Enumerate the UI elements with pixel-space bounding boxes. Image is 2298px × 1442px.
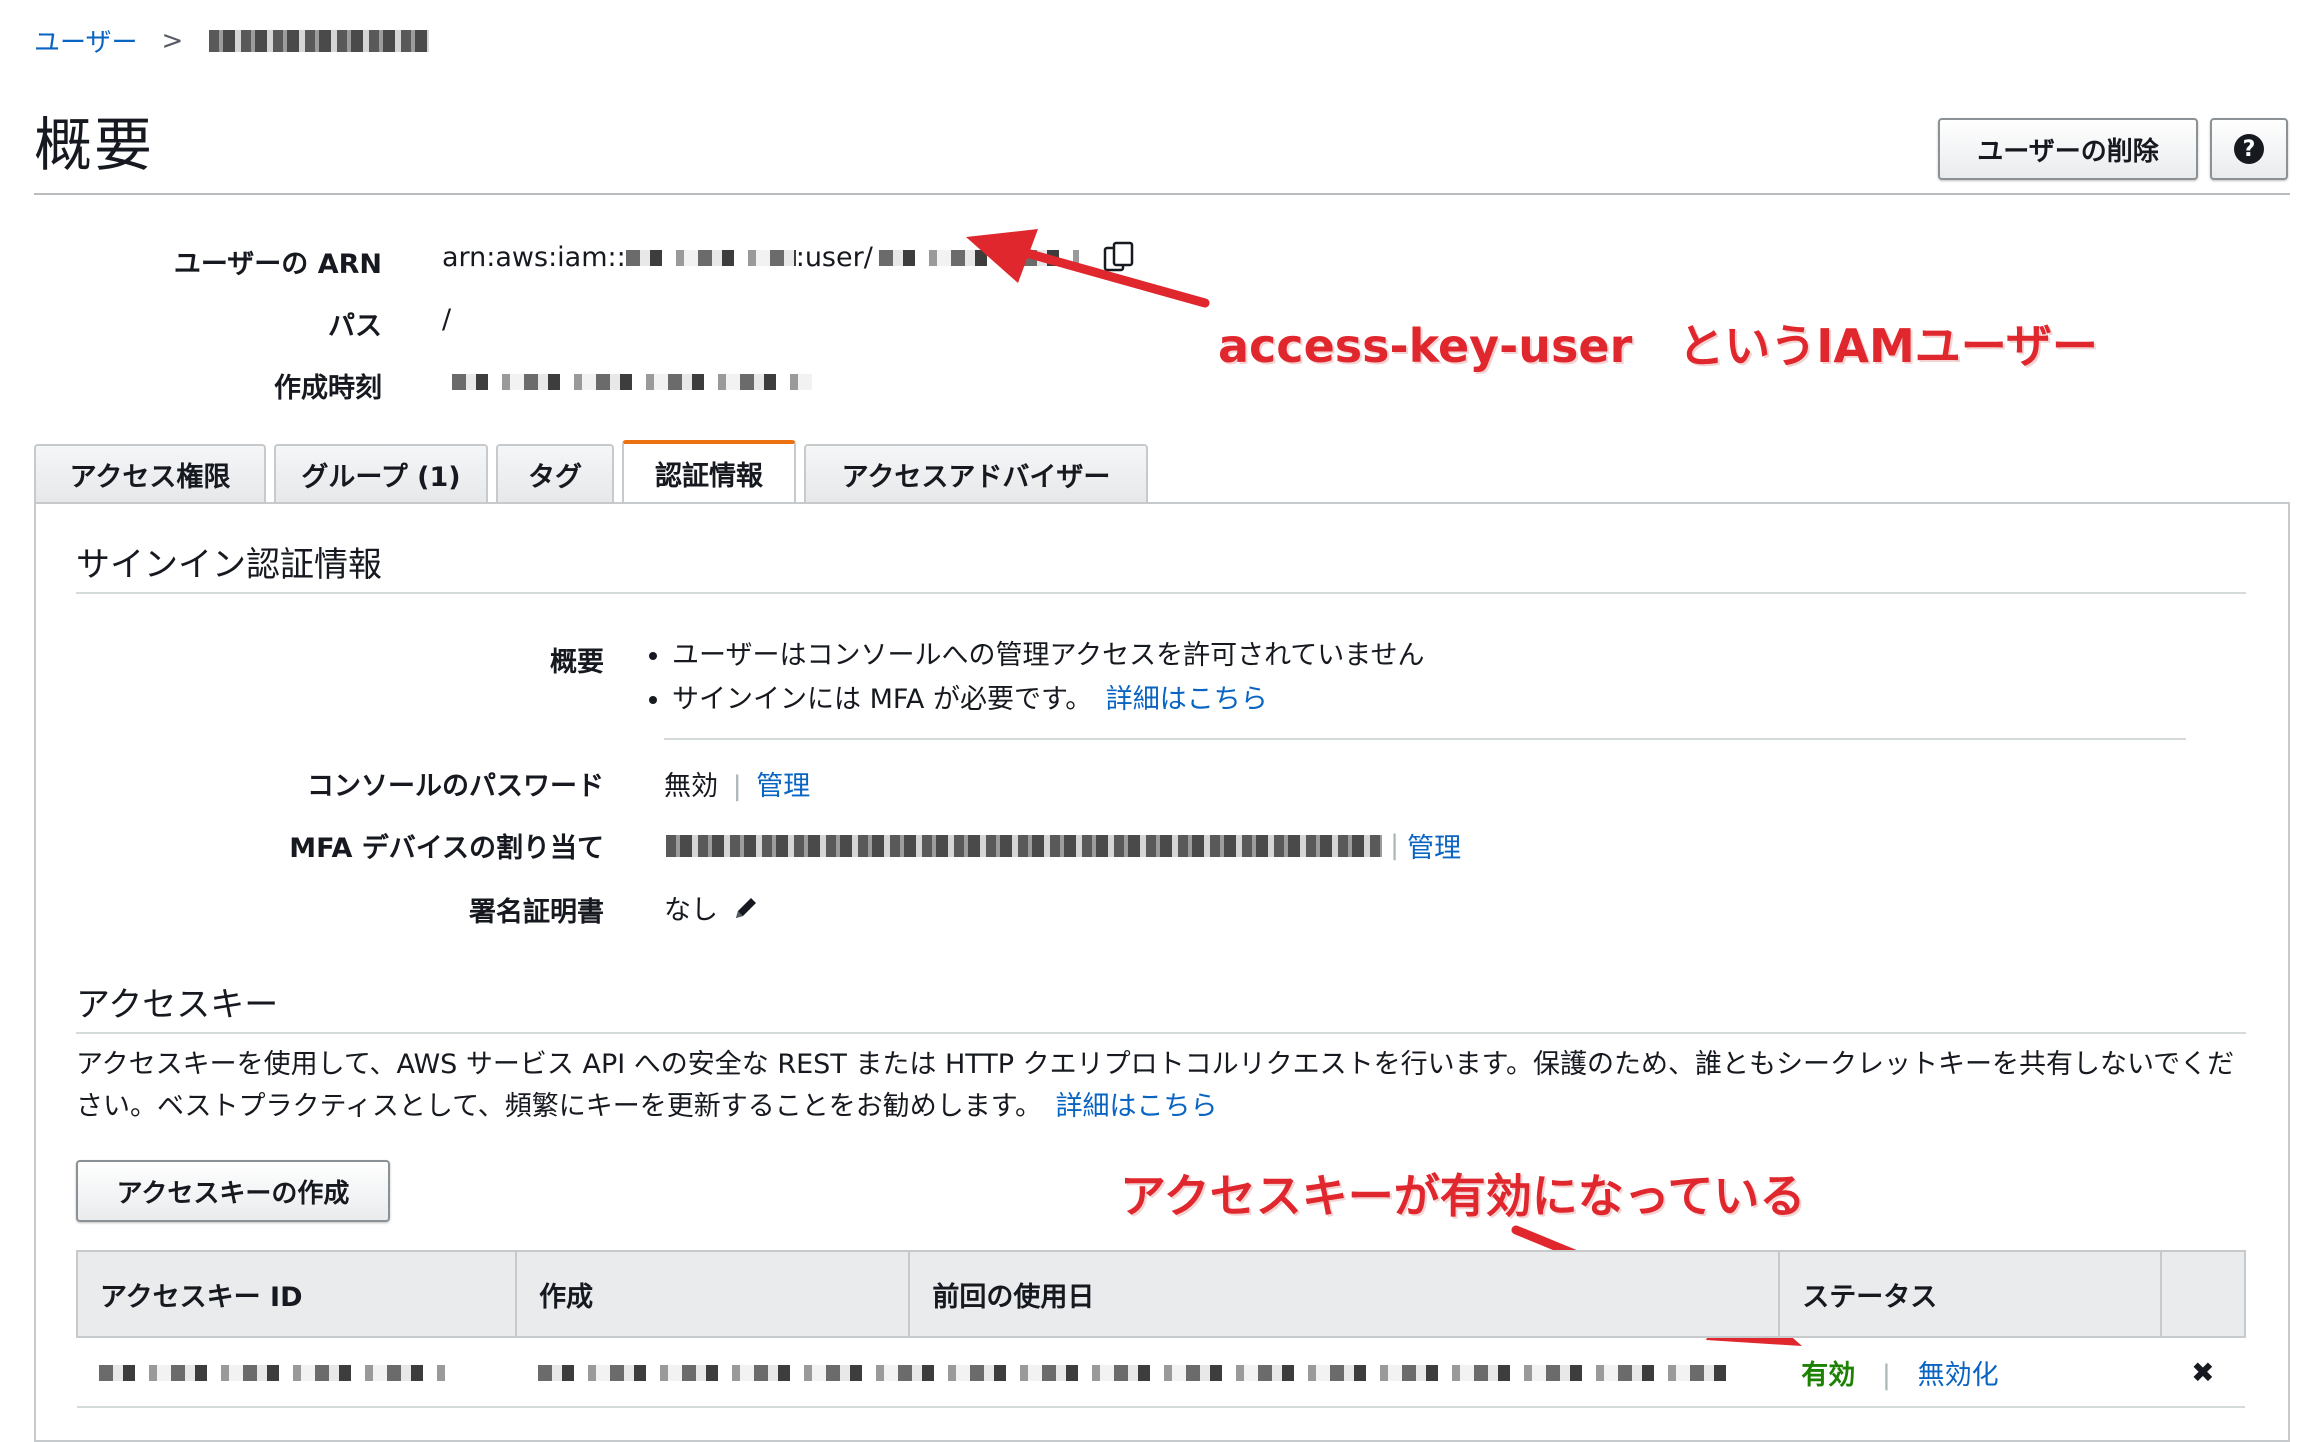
access-keys-description: アクセスキーを使用して、AWS サービス API への安全な REST または … xyxy=(76,1049,2235,1122)
signin-inner-divider xyxy=(664,738,2186,740)
mfa-value-row: | 管理 xyxy=(666,826,1461,865)
breadcrumb-separator: > xyxy=(161,25,184,56)
tab-credentials[interactable]: 認証情報 xyxy=(622,440,796,502)
access-keys-heading: アクセスキー xyxy=(76,985,279,1025)
title-divider xyxy=(34,193,2290,195)
annotation-key-note: アクセスキーが有効になっている xyxy=(1120,1169,1806,1223)
signin-bullet-console-access: ユーザーはコンソールへの管理アクセスを許可されていません xyxy=(672,634,1425,678)
breadcrumb: ユーザー > xyxy=(34,22,430,59)
signing-cert-value: なし xyxy=(664,895,718,926)
created-value-redacted xyxy=(452,374,812,390)
access-keys-table: アクセスキー ID 作成 前回の使用日 ステータス 有効 | 無効化 ✖ xyxy=(75,1250,2247,1408)
signin-overview-label: 概要 xyxy=(550,647,604,678)
access-keys-divider xyxy=(76,1032,2246,1034)
tab-groups[interactable]: グループ (1) xyxy=(274,444,488,502)
help-icon: ? xyxy=(2234,134,2264,164)
arn-mid: :user/ xyxy=(795,242,873,273)
created-label: 作成時刻 xyxy=(274,373,382,404)
pencil-icon[interactable] xyxy=(730,892,762,924)
path-value: / xyxy=(442,304,452,335)
signin-bullet-mfa: サインインには MFA が必要です。 詳細はこちら xyxy=(672,678,1425,722)
tab-access-advisor[interactable]: アクセスアドバイザー xyxy=(804,444,1148,502)
access-key-id-redacted xyxy=(99,1364,445,1381)
mfa-label: MFA デバイスの割り当て xyxy=(289,833,604,864)
signin-overview-list: ユーザーはコンソールへの管理アクセスを許可されていません サインインには MFA… xyxy=(642,634,1425,722)
console-password-manage-link[interactable]: 管理 xyxy=(756,771,810,802)
annotation-user-note: access-key-user というIAMユーザー xyxy=(1218,319,2098,373)
tab-tags[interactable]: タグ xyxy=(496,444,614,502)
signin-heading: サインイン認証情報 xyxy=(76,545,382,585)
path-label: パス xyxy=(328,311,382,342)
create-access-key-button[interactable]: アクセスキーの作成 xyxy=(76,1160,390,1222)
signing-cert-label: 署名証明書 xyxy=(469,897,604,928)
deactivate-link[interactable]: 無効化 xyxy=(1918,1360,1999,1391)
mfa-device-redacted xyxy=(666,834,1382,857)
key-dates-redacted xyxy=(538,1364,1729,1381)
delete-user-button[interactable]: ユーザーの削除 xyxy=(1938,118,2198,180)
arn-label: ユーザーの ARN xyxy=(173,249,382,280)
breadcrumb-users-link[interactable]: ユーザー xyxy=(34,22,137,59)
console-password-value-row: 無効 | 管理 xyxy=(664,771,811,802)
close-icon: ✖ xyxy=(2191,1355,2215,1389)
arn-account-redacted xyxy=(625,249,796,266)
signing-cert-value-row: なし xyxy=(664,888,762,927)
access-key-id-cell xyxy=(77,1337,517,1408)
page-title: 概要 xyxy=(34,111,155,179)
delete-key-button[interactable]: ✖ xyxy=(2160,1337,2245,1408)
help-button[interactable]: ? xyxy=(2210,118,2288,180)
breadcrumb-current-user-redacted xyxy=(209,29,430,52)
mfa-manage-link[interactable]: 管理 xyxy=(1407,826,1461,865)
column-access-key-id: アクセスキー ID xyxy=(75,1250,518,1338)
created-last-used-cell xyxy=(516,1337,1780,1408)
column-actions xyxy=(2159,1250,2247,1338)
arn-prefix: arn:aws:iam:: xyxy=(442,242,626,273)
console-password-value: 無効 xyxy=(664,771,718,802)
column-created: 作成 xyxy=(515,1250,911,1338)
console-password-label: コンソールのパスワード xyxy=(307,771,604,802)
table-row: 有効 | 無効化 ✖ xyxy=(77,1337,2245,1408)
column-status: ステータス xyxy=(1778,1250,2162,1338)
tab-permissions[interactable]: アクセス権限 xyxy=(34,444,266,502)
annotation-arrow-arn xyxy=(966,229,1210,308)
signin-divider xyxy=(76,592,2246,594)
access-keys-details-link[interactable]: 詳細はこちら xyxy=(1056,1091,1218,1122)
signin-details-link[interactable]: 詳細はこちら xyxy=(1106,684,1268,715)
status-active-text: 有効 xyxy=(1801,1359,1856,1391)
column-last-used: 前回の使用日 xyxy=(908,1250,1781,1338)
status-cell: 有効 | 無効化 xyxy=(1779,1337,2161,1408)
